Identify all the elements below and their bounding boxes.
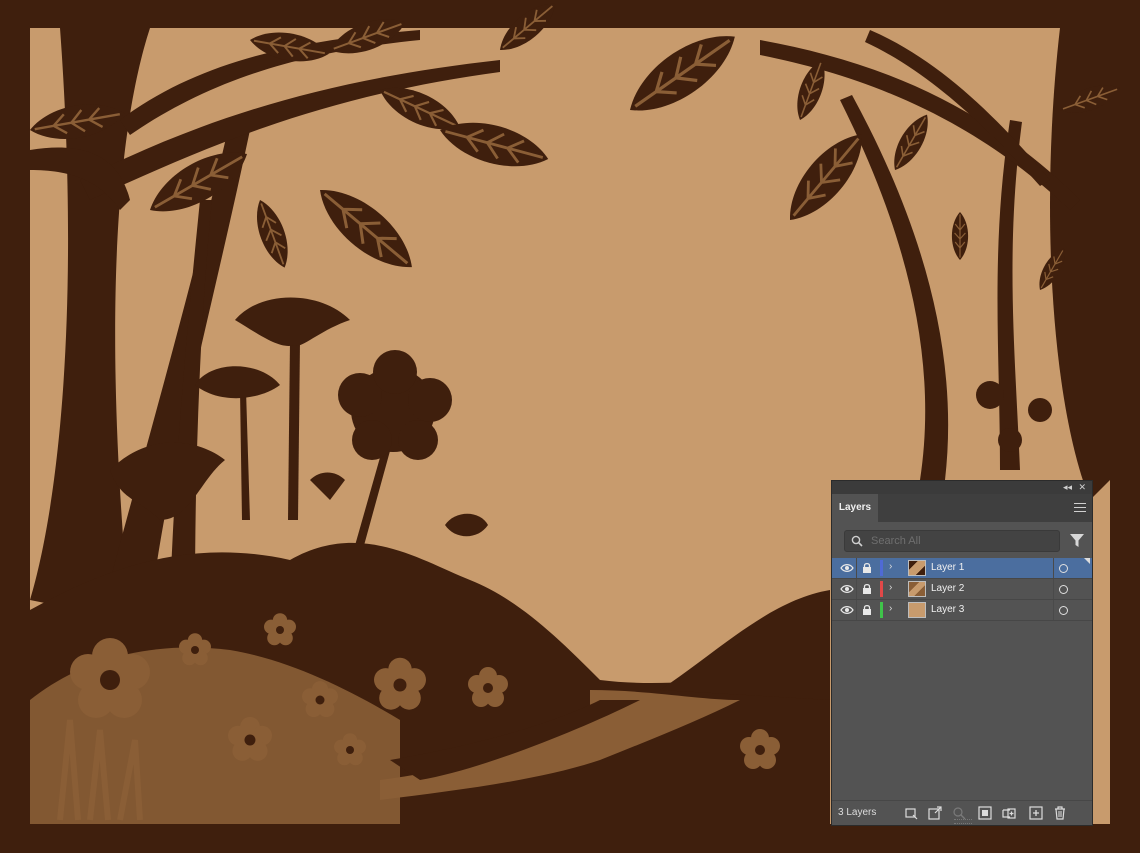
layer-thumbnail <box>908 560 926 576</box>
target-circle-icon[interactable] <box>1059 606 1068 615</box>
locate-object-icon[interactable] <box>952 806 966 820</box>
new-layer-icon[interactable] <box>1029 806 1043 820</box>
lock-icon[interactable] <box>862 562 872 574</box>
new-sublayer-icon[interactable] <box>1002 806 1016 820</box>
tab-layers-label: Layers <box>838 502 872 513</box>
layer-name[interactable]: Layer 1 <box>931 562 964 573</box>
layer-thumbnail <box>908 581 926 597</box>
layer-row[interactable]: › Layer 1 <box>832 558 1092 579</box>
eye-icon[interactable] <box>840 604 854 616</box>
collect-for-export-icon[interactable] <box>904 806 918 820</box>
export-icon[interactable] <box>928 806 942 820</box>
eye-icon[interactable] <box>840 583 854 595</box>
panel-titlebar[interactable]: ◂◂ ✕ <box>832 481 1092 494</box>
layer-count: 3 Layers <box>838 807 877 818</box>
filter-icon[interactable] <box>1070 534 1084 548</box>
lock-icon[interactable] <box>862 604 872 616</box>
collapse-panel-icon[interactable]: ◂◂ <box>1063 481 1072 494</box>
search-box[interactable] <box>844 530 1060 552</box>
current-layer-indicator-icon <box>1084 558 1090 564</box>
search-icon <box>851 535 863 547</box>
layer-row[interactable]: › Layer 3 <box>832 600 1092 621</box>
panel-footer: 3 Layers <box>832 800 1092 825</box>
layer-color-swatch <box>880 560 883 576</box>
panel-menu-icon[interactable] <box>1074 500 1086 514</box>
resize-grip[interactable] <box>954 819 972 824</box>
close-icon[interactable]: ✕ <box>1078 481 1086 494</box>
panel-tab-row: Layers <box>832 494 1092 522</box>
search-row <box>832 522 1092 558</box>
layer-thumbnail <box>908 602 926 618</box>
chevron-right-icon[interactable]: › <box>889 582 892 593</box>
delete-icon[interactable] <box>1053 806 1067 820</box>
layer-name[interactable]: Layer 3 <box>931 604 964 615</box>
lock-icon[interactable] <box>862 583 872 595</box>
layer-color-swatch <box>880 581 883 597</box>
layer-color-swatch <box>880 602 883 618</box>
chevron-right-icon[interactable]: › <box>889 561 892 572</box>
layers-panel: ◂◂ ✕ Layers Search All › Layer 1 › Layer… <box>831 480 1093 826</box>
search-input[interactable] <box>871 533 1051 549</box>
layer-row[interactable]: › Layer 2 <box>832 579 1092 600</box>
chevron-right-icon[interactable]: › <box>889 603 892 614</box>
target-circle-icon[interactable] <box>1059 585 1068 594</box>
tab-layers[interactable]: Layers <box>832 494 878 522</box>
make-clipping-mask-icon[interactable] <box>978 806 992 820</box>
layer-name[interactable]: Layer 2 <box>931 583 964 594</box>
target-circle-icon[interactable] <box>1059 564 1068 573</box>
layer-list: › Layer 1 › Layer 2 › Layer 3 <box>832 558 1092 621</box>
eye-icon[interactable] <box>840 562 854 574</box>
